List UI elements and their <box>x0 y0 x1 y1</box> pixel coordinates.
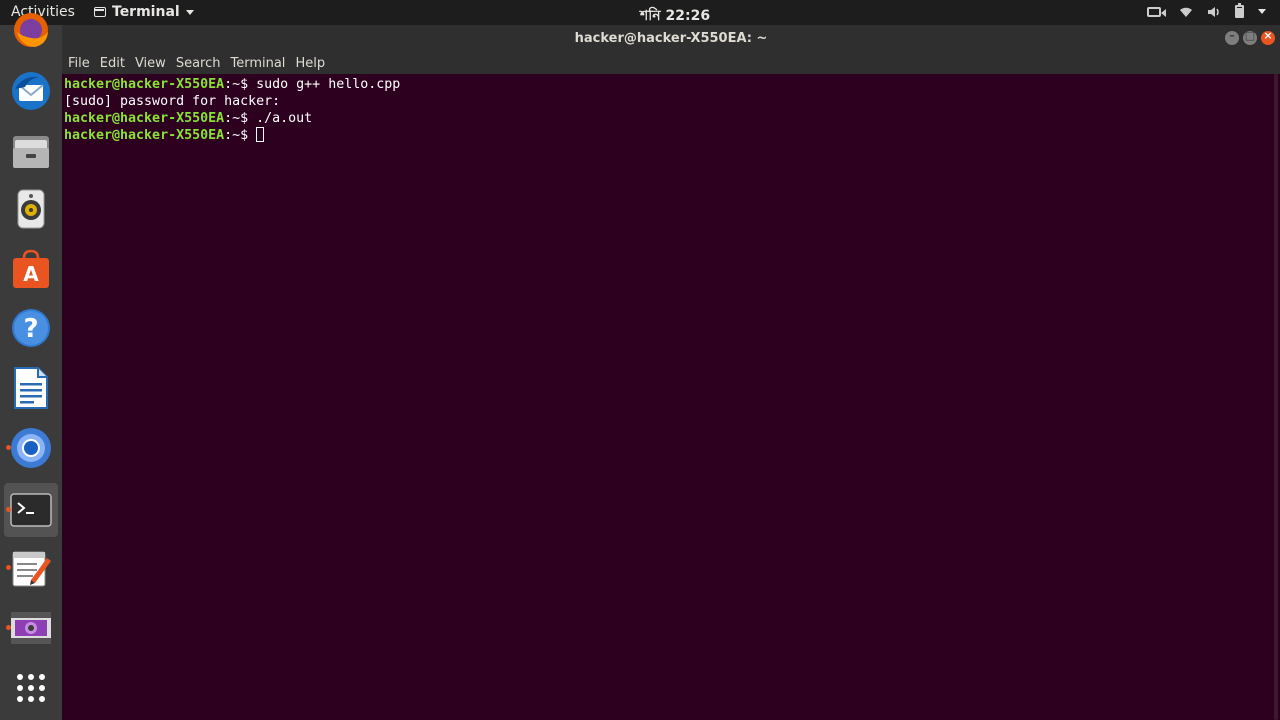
terminal-line: hacker@hacker-X550EA:~$ sudo g++ hello.c… <box>64 76 1270 93</box>
rhythmbox-icon <box>17 189 45 229</box>
menu-file[interactable]: File <box>62 56 95 71</box>
prompt-user-host: hacker@hacker-X550EA <box>64 111 225 126</box>
app-menu-label: Terminal <box>112 4 180 20</box>
svg-text:?: ? <box>23 314 38 344</box>
chromium-icon <box>11 428 51 468</box>
window-title: hacker@hacker-X550EA: ~ <box>574 31 768 46</box>
terminal-icon <box>10 493 52 527</box>
menu-search[interactable]: Search <box>171 56 226 71</box>
dock-item-help[interactable]: ? <box>4 301 58 355</box>
firefox-icon <box>14 13 48 47</box>
command-text: ./a.out <box>256 111 313 126</box>
wifi-icon[interactable] <box>1179 6 1193 18</box>
video-editor-icon <box>11 612 51 644</box>
terminal-content[interactable]: hacker@hacker-X550EA:~$ sudo g++ hello.c… <box>62 74 1270 720</box>
close-icon: × <box>1263 29 1273 42</box>
close-button[interactable]: × <box>1261 29 1275 45</box>
dock-item-terminal[interactable] <box>4 483 58 537</box>
prompt-user-host: hacker@hacker-X550EA <box>64 128 225 143</box>
files-icon <box>13 136 49 168</box>
window-titlebar[interactable]: hacker@hacker-X550EA: ~ – □ × <box>62 25 1280 52</box>
chevron-down-icon <box>185 9 194 15</box>
dock-item-text-editor[interactable] <box>4 541 58 595</box>
minimize-button[interactable]: – <box>1225 29 1239 45</box>
prompt-suffix: :~$ <box>224 111 257 126</box>
prompt-user-host: hacker@hacker-X550EA <box>64 77 225 92</box>
terminal-app-icon <box>94 7 106 17</box>
window-controls: – □ × <box>1225 29 1275 45</box>
system-menu-chevron-icon[interactable] <box>1258 9 1266 14</box>
thunderbird-icon <box>12 72 50 110</box>
terminal-scrollbar[interactable] <box>1270 74 1280 720</box>
terminal-line: [sudo] password for hacker: <box>64 93 1270 110</box>
dock-item-writer[interactable] <box>4 361 58 415</box>
svg-text:A: A <box>23 262 39 286</box>
libreoffice-writer-icon <box>14 367 48 409</box>
maximize-icon: □ <box>1244 29 1256 42</box>
dock-item-video-editor[interactable] <box>4 601 58 655</box>
menu-edit[interactable]: Edit <box>95 56 130 71</box>
maximize-button[interactable]: □ <box>1243 29 1257 45</box>
app-menu[interactable]: Terminal <box>94 4 194 20</box>
dock-item-thunderbird[interactable] <box>4 64 58 118</box>
running-indicator <box>6 445 11 450</box>
dock-item-rhythmbox[interactable] <box>4 182 58 236</box>
menubar: File Edit View Search Terminal Help <box>62 52 1280 74</box>
dock-item-files[interactable] <box>4 124 58 178</box>
top-panel: Activities Terminal শনি 22:26 <box>0 0 1280 25</box>
menu-help[interactable]: Help <box>290 56 330 71</box>
dock-item-firefox[interactable] <box>4 3 58 57</box>
prompt-suffix: :~$ <box>224 128 257 143</box>
running-indicator <box>6 625 11 630</box>
text-cursor <box>256 127 265 142</box>
text-editor-icon <box>12 551 51 587</box>
output-text: [sudo] password for hacker: <box>64 94 281 109</box>
show-applications-icon <box>17 674 45 702</box>
system-tray[interactable] <box>1147 3 1266 18</box>
dock-item-software[interactable]: A <box>4 242 58 296</box>
terminal-line: hacker@hacker-X550EA:~$ <box>64 127 1270 144</box>
terminal-line: hacker@hacker-X550EA:~$ ./a.out <box>64 110 1270 127</box>
running-indicator <box>6 507 11 512</box>
running-indicator <box>6 565 11 570</box>
menu-view[interactable]: View <box>130 56 171 71</box>
camera-icon[interactable] <box>1147 6 1161 17</box>
volume-icon[interactable] <box>1207 6 1221 18</box>
prompt-suffix: :~$ <box>224 77 257 92</box>
show-applications-button[interactable] <box>4 661 58 715</box>
dock: A ? <box>0 13 62 720</box>
menu-terminal[interactable]: Terminal <box>225 56 290 71</box>
help-icon: ? <box>12 309 50 347</box>
dock-item-chromium[interactable] <box>4 421 58 475</box>
command-text: sudo g++ hello.cpp <box>256 77 401 92</box>
software-center-icon: A <box>13 249 49 288</box>
battery-icon[interactable] <box>1235 3 1244 18</box>
scrollbar-thumb[interactable] <box>1274 74 1278 720</box>
minimize-icon: – <box>1229 29 1235 42</box>
